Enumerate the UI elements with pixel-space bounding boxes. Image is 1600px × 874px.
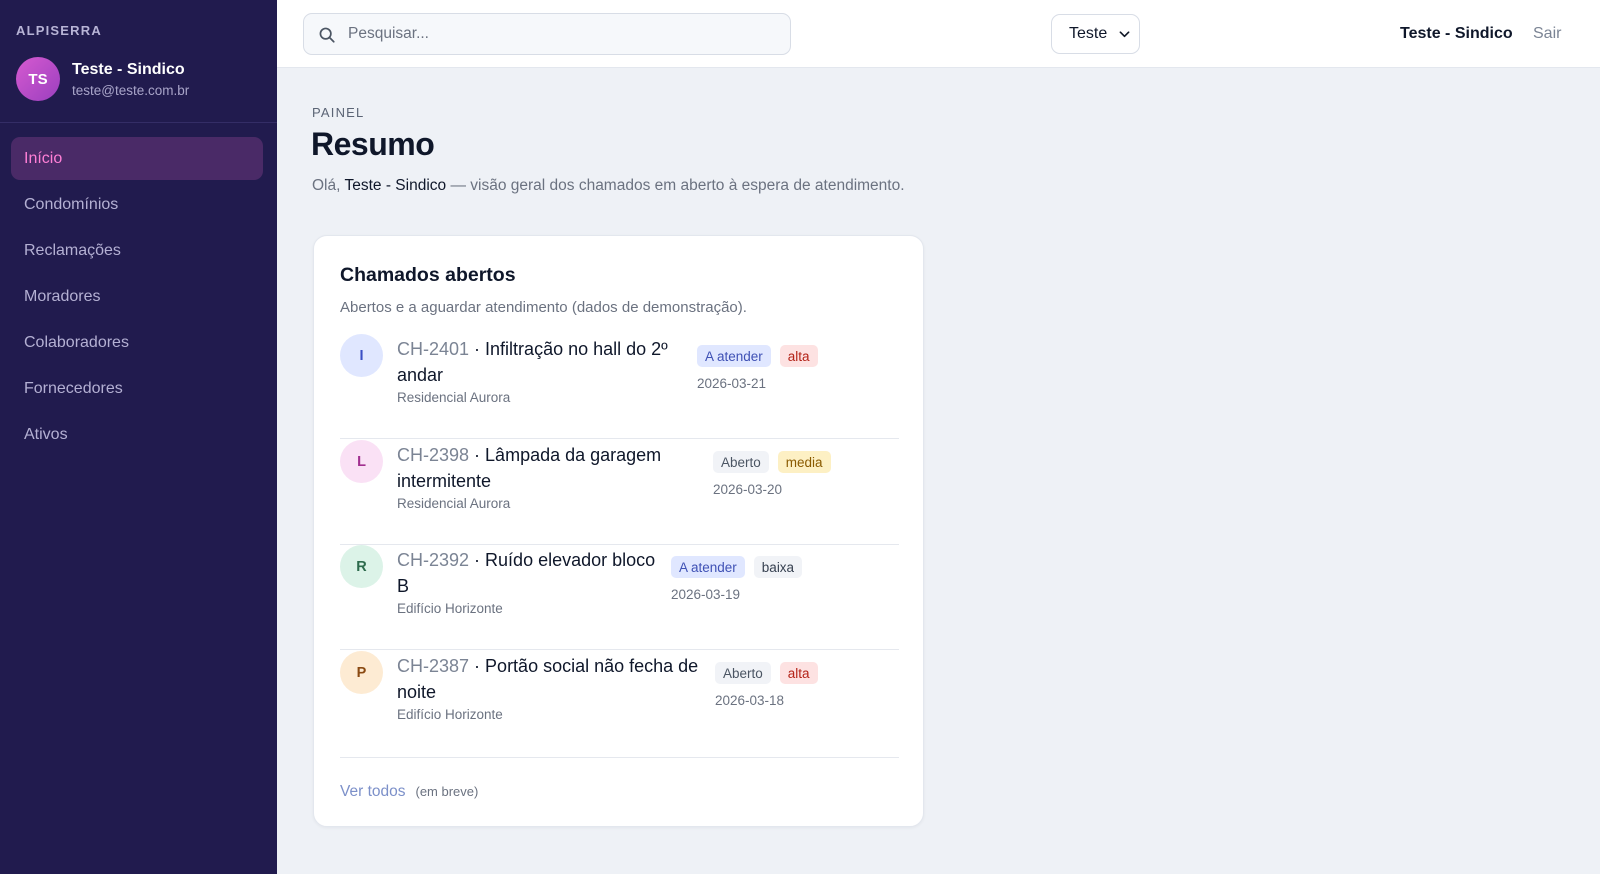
profile-name: Teste - Sindico [72, 60, 185, 78]
ticket-meta: Aberto media 2026-03-20 [713, 451, 831, 497]
card-subtitle: Abertos e a aguardar atendimento (dados … [340, 299, 747, 316]
ticket-avatar: I [340, 334, 383, 377]
ticket-id: CH-2392 [397, 550, 470, 570]
card-title: Chamados abertos [340, 264, 516, 286]
status-badge: A atender [671, 556, 745, 578]
sidebar-nav: Início Condomínios Reclamações Moradores… [11, 137, 263, 459]
brand-name: ALPISERRA [16, 23, 102, 38]
ticket-main: CH-2398 · Lâmpada da garagem intermitente… [397, 442, 661, 511]
ticket-date: 2026-03-18 [715, 693, 785, 708]
ticket-title: CH-2401 · Infiltração no hall do 2º andar [397, 339, 668, 385]
ticket-main: CH-2392 · Ruído elevador bloco B Edifício… [397, 547, 655, 616]
condominio-select[interactable]: Teste [1051, 14, 1140, 54]
search-input[interactable] [348, 14, 778, 54]
topbar: Teste Teste - Sindico Sair [277, 0, 1600, 68]
ticket-place: Residencial Aurora [397, 390, 511, 405]
page-subtitle: Olá, Teste - Sindico — visão geral dos c… [312, 177, 905, 195]
sidebar-item-inicio[interactable]: Início [11, 137, 263, 180]
sidebar-item-reclamacoes[interactable]: Reclamações [11, 229, 263, 272]
search-box[interactable] [303, 13, 791, 55]
greeting-rest: — visão geral dos chamados em aberto à e… [450, 177, 905, 194]
ticket-title-line1: Ruído elevador bloco [485, 550, 656, 570]
ticket-id: CH-2401 [397, 339, 470, 359]
sidebar-divider [0, 122, 277, 123]
sidebar-item-colaboradores[interactable]: Colaboradores [11, 321, 263, 364]
ticket-title-line1: Portão social não fecha de [485, 656, 699, 676]
ticket-avatar: L [340, 440, 383, 483]
search-icon [319, 27, 335, 43]
ticket-main: CH-2401 · Infiltração no hall do 2º andar… [397, 336, 668, 405]
ticket-id: CH-2387 [397, 656, 470, 676]
ticket-date: 2026-03-21 [697, 376, 767, 391]
sidebar-item-fornecedores[interactable]: Fornecedores [11, 367, 263, 410]
open-tickets-card: Chamados abertos Abertos e a aguardar at… [313, 235, 924, 827]
avatar: TS [16, 57, 60, 101]
page-title: Resumo [311, 126, 435, 162]
priority-badge: alta [779, 662, 818, 684]
ticket-title-line2: noite [397, 682, 437, 702]
card-divider [340, 757, 899, 758]
ticket-title-line2: intermitente [397, 471, 492, 491]
topbar-user-name: Teste - Sindico [1400, 25, 1513, 42]
greeting: Olá, [312, 177, 341, 194]
ticket-title-line1: Lâmpada da garagem [485, 445, 662, 465]
ticket-main: CH-2387 · Portão social não fecha de noit… [397, 653, 698, 722]
ticket-title-line1: Infiltração no hall do 2º [485, 339, 668, 359]
ticket-date: 2026-03-19 [671, 587, 741, 602]
ticket-title-line2: B [397, 576, 410, 596]
chevron-down-icon [1119, 31, 1130, 38]
priority-badge: baixa [753, 556, 803, 578]
user-profile: TS Teste - Sindico teste@teste.com.br [16, 57, 189, 101]
page-eyebrow: PAINEL [312, 105, 365, 120]
profile-text: Teste - Sindico teste@teste.com.br [72, 61, 189, 98]
ticket-avatar: P [340, 651, 383, 694]
ticket-row[interactable]: I CH-2401 · Infiltração no hall do 2º and… [340, 334, 899, 439]
ticket-title: CH-2398 · Lâmpada da garagem intermitente [397, 445, 662, 491]
ticket-row[interactable]: R CH-2392 · Ruído elevador bloco B Edifíc… [340, 545, 899, 650]
profile-email: teste@teste.com.br [72, 82, 190, 98]
coming-soon-note: (em breve) [415, 784, 479, 799]
ticket-row[interactable]: L CH-2398 · Lâmpada da garagem intermiten… [340, 440, 899, 545]
status-badge: Aberto [713, 451, 769, 473]
ticket-row[interactable]: P CH-2387 · Portão social não fecha de no… [340, 651, 899, 756]
status-badge: A atender [697, 345, 771, 367]
ticket-place: Edifício Horizonte [397, 707, 503, 722]
logout-button[interactable]: Sair [1533, 25, 1561, 43]
ticket-place: Edifício Horizonte [397, 601, 503, 616]
priority-badge: media [777, 451, 831, 473]
ticket-avatar: R [340, 545, 383, 588]
ticket-meta: Aberto alta 2026-03-18 [715, 662, 818, 708]
select-value: Teste [1069, 25, 1108, 42]
ticket-title: CH-2392 · Ruído elevador bloco B [397, 550, 656, 596]
ticket-title: CH-2387 · Portão social não fecha de noit… [397, 656, 699, 702]
priority-badge: alta [779, 345, 818, 367]
ticket-title-line2: andar [397, 365, 444, 385]
greeting-name: Teste - Sindico [344, 177, 447, 194]
see-all-link[interactable]: Ver todos [340, 783, 406, 801]
status-badge: Aberto [715, 662, 771, 684]
ticket-date: 2026-03-20 [713, 482, 783, 497]
sidebar-item-ativos[interactable]: Ativos [11, 413, 263, 456]
card-footer: Ver todos (em breve) [340, 783, 478, 801]
ticket-meta: A atender alta 2026-03-21 [697, 345, 818, 391]
sidebar: ALPISERRA TS Teste - Sindico teste@teste… [0, 0, 277, 874]
sidebar-item-moradores[interactable]: Moradores [11, 275, 263, 318]
ticket-place: Residencial Aurora [397, 496, 511, 511]
sidebar-item-condominios[interactable]: Condomínios [11, 183, 263, 226]
ticket-meta: A atender baixa 2026-03-19 [671, 556, 803, 602]
ticket-id: CH-2398 [397, 445, 470, 465]
